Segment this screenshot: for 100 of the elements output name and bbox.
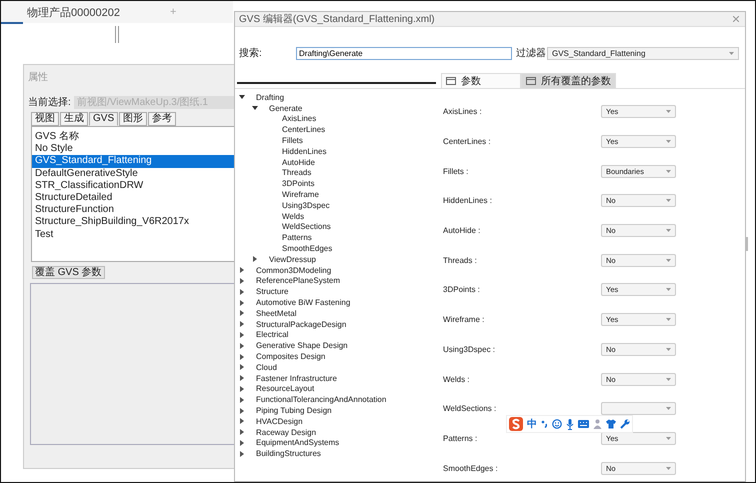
tree-item[interactable]: Composites Design — [256, 352, 326, 362]
parameter-label: 3DPoints : — [443, 285, 481, 294]
tree-item[interactable]: AutoHide — [282, 158, 315, 167]
filter-label: 过滤器 — [516, 46, 547, 60]
tree-item[interactable]: ViewDressup — [269, 254, 316, 264]
tree-item[interactable]: AxisLines — [282, 114, 316, 124]
tree-item[interactable]: Piping Tubing Design — [256, 406, 332, 415]
tree-item[interactable]: Using3Dspec — [282, 200, 330, 210]
caret-icon[interactable] — [239, 440, 245, 446]
tab[interactable]: 图形 — [119, 112, 148, 126]
tree-item[interactable]: EquipmentAndSystems — [256, 438, 340, 448]
punctuation-icon[interactable] — [541, 420, 548, 428]
caret-icon[interactable] — [239, 342, 245, 349]
document-tab[interactable]: 物理产品00000202 — [27, 4, 120, 20]
tree-item[interactable]: Automotive BiW Fastening — [256, 298, 350, 308]
parameter-label: Threads : — [443, 256, 478, 265]
parameter-label: Patterns : — [443, 434, 478, 443]
caret-icon[interactable] — [239, 354, 245, 360]
tab[interactable]: GVS — [89, 112, 118, 126]
tree-item[interactable]: Generative Shape Design — [256, 341, 348, 350]
tree-item[interactable]: SheetMetal — [256, 308, 296, 318]
dropdown-arrow-icon — [666, 318, 671, 322]
dropdown-arrow-icon — [666, 436, 671, 440]
tree-item[interactable]: Welds — [282, 212, 304, 221]
caret-icon[interactable] — [239, 332, 245, 338]
keyboard-icon[interactable] — [578, 420, 589, 428]
tree-item[interactable]: Drafting — [256, 92, 284, 102]
parameter-label: Wireframe : — [443, 315, 486, 324]
input-mode-indicator[interactable]: 中 — [527, 417, 537, 431]
caret-icon[interactable] — [239, 408, 245, 414]
tree-item[interactable]: Cloud — [256, 362, 277, 372]
caret-icon[interactable] — [239, 418, 245, 424]
shirt-icon[interactable] — [606, 419, 616, 429]
wrench-icon[interactable] — [620, 419, 630, 429]
dropdown-arrow-icon — [666, 170, 671, 173]
current-selection-label: 当前选择: — [28, 96, 72, 109]
dropdown-arrow-icon — [666, 258, 671, 262]
tree-item[interactable]: Structure — [256, 287, 288, 296]
tab[interactable]: 生成 — [60, 112, 88, 126]
tree-item[interactable]: Electrical — [256, 330, 288, 340]
window-title: GVS 编辑器(GVS_Standard_Flattening.xml) — [239, 12, 435, 26]
tree-item[interactable]: 3DPoints — [282, 179, 314, 188]
dropdown-arrow-icon — [729, 52, 734, 54]
dropdown-arrow-icon — [666, 140, 671, 144]
caret-icon[interactable] — [239, 396, 245, 403]
tree-item[interactable]: Common3DModeling — [256, 266, 332, 275]
tree-item[interactable]: Threads — [282, 168, 312, 178]
parameter-label: SmoothEdges : — [443, 464, 499, 473]
tree-item[interactable]: SmoothEdges — [282, 244, 332, 254]
caret-icon[interactable] — [239, 288, 245, 295]
caret-icon[interactable] — [239, 310, 245, 316]
caret-icon[interactable] — [239, 429, 245, 436]
dropdown-arrow-icon — [666, 199, 671, 202]
tree-item[interactable]: StructuralPackageDesign — [256, 320, 346, 329]
dropdown-arrow-icon — [666, 407, 671, 410]
caret-icon[interactable] — [239, 386, 245, 392]
caret-icon[interactable] — [239, 94, 245, 100]
caret-icon[interactable] — [239, 321, 245, 328]
tree-item[interactable]: Generate — [269, 104, 302, 113]
caret-icon[interactable] — [239, 300, 245, 306]
tree-item[interactable]: HVACDesign — [256, 416, 303, 426]
tree-item[interactable]: CenterLines — [282, 125, 326, 134]
parameter-label: WeldSections : — [443, 404, 498, 414]
tree-item[interactable]: HiddenLines — [282, 146, 326, 156]
panel-title: 属性 — [27, 70, 49, 85]
tree-item[interactable]: ResourceLayout — [256, 384, 314, 394]
tree-item[interactable]: Fillets — [282, 136, 303, 146]
microphone-icon[interactable] — [566, 418, 574, 430]
tree-item[interactable]: ReferencePlaneSystem — [256, 276, 340, 286]
parameter-label: HiddenLines : — [443, 196, 493, 206]
dropdown-arrow-icon — [666, 378, 671, 381]
tree-item[interactable]: BuildingStructures — [256, 449, 321, 458]
tree-item[interactable]: WeldSections — [282, 222, 331, 232]
filter-dropdown[interactable]: GVS_Standard_Flattening — [547, 46, 739, 60]
parameter-label: AxisLines : — [443, 107, 483, 116]
tree-item[interactable]: Raceway Design — [256, 428, 316, 437]
caret-icon[interactable] — [239, 364, 245, 370]
tab[interactable]: 视图 — [31, 112, 59, 126]
override-button[interactable]: 覆盖 GVS 参数 — [32, 266, 105, 279]
caret-icon[interactable] — [239, 375, 245, 382]
search-field[interactable]: Drafting\Generate — [296, 46, 512, 60]
tab[interactable]: 所有覆盖的参数 — [521, 73, 616, 88]
dropdown-arrow-icon — [666, 348, 671, 351]
window-icon — [446, 77, 456, 85]
tree-item[interactable]: Patterns — [282, 233, 312, 242]
smiley-icon[interactable] — [552, 419, 562, 429]
dropdown-arrow-icon — [666, 110, 671, 114]
caret-icon[interactable] — [239, 278, 245, 284]
window-icon — [526, 77, 536, 85]
caret-icon[interactable] — [239, 450, 245, 457]
tree-item[interactable]: FunctionalTolerancingAndAnnotation — [256, 395, 386, 404]
logo-icon[interactable] — [509, 417, 523, 431]
parameter-label: Using3Dspec : — [443, 344, 496, 354]
dropdown-arrow-icon — [666, 229, 671, 232]
tree-item[interactable]: Wireframe — [282, 190, 319, 200]
tree-item[interactable]: Fastener Infrastructure — [256, 374, 337, 383]
tab[interactable]: 参数 — [441, 73, 521, 88]
tab[interactable]: 参考 — [148, 112, 176, 126]
caret-icon[interactable] — [239, 267, 245, 274]
parameter-label: AutoHide : — [443, 226, 482, 236]
